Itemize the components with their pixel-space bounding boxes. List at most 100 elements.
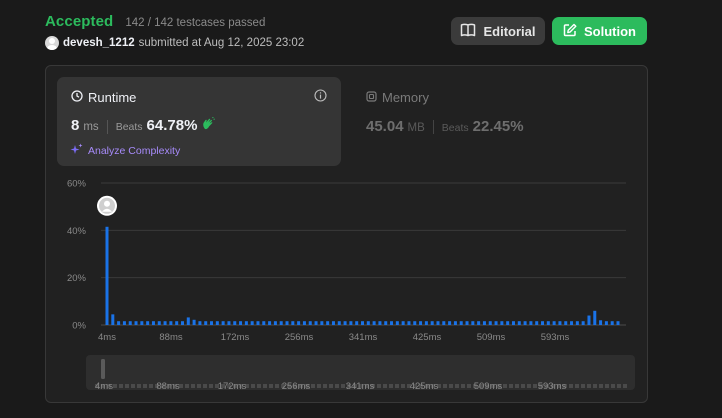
chart-bar <box>511 321 515 325</box>
x-tick-label: 256ms <box>285 332 314 343</box>
chart-bar <box>198 321 202 325</box>
chart-bar <box>297 321 301 325</box>
solution-label: Solution <box>584 23 636 39</box>
chart-bar <box>314 321 318 325</box>
chart-bar <box>424 321 428 325</box>
chart-bar <box>349 321 353 325</box>
chart-bar <box>599 320 603 325</box>
scrubber-dot <box>521 384 525 388</box>
scrubber-dot <box>611 384 615 388</box>
scrubber-dot <box>605 384 609 388</box>
chart-bar <box>384 321 388 325</box>
scrubber-dot <box>395 384 399 388</box>
chart-bar <box>262 321 266 325</box>
scrubber-dot <box>461 384 465 388</box>
chart-bar <box>337 321 341 325</box>
scrubber-dot <box>119 384 123 388</box>
chart-bar <box>378 321 382 325</box>
results-panel: Runtime 8 ms Beats 64.78% Analyze Comple… <box>45 65 648 403</box>
chart-bar <box>448 321 452 325</box>
chart-bar <box>442 321 446 325</box>
scrubber-dot <box>377 384 381 388</box>
scrubber-dot <box>149 384 153 388</box>
chart-bar <box>192 319 196 325</box>
chart-bar <box>151 321 155 325</box>
scrubber-dot <box>569 384 573 388</box>
editorial-label: Editorial <box>483 23 536 39</box>
chart-bar <box>215 321 219 325</box>
scrubber-tick-label: 256ms <box>282 381 311 392</box>
chart-bar <box>366 321 370 325</box>
x-tick-label: 4ms <box>98 332 116 343</box>
solution-button[interactable]: Solution <box>552 17 647 45</box>
scrubber-dot <box>503 384 507 388</box>
chart-bar <box>604 321 608 325</box>
scrubber-dot <box>275 384 279 388</box>
chart-bar <box>523 321 527 325</box>
chart-bar <box>552 321 556 325</box>
x-tick-label: 172ms <box>221 332 250 343</box>
scrubber-tick-label: 593ms <box>538 381 567 392</box>
chart-bar <box>233 321 237 325</box>
chart-bar <box>575 321 579 325</box>
scrubber-tick-label: 172ms <box>218 381 247 392</box>
scrubber-dot <box>527 384 531 388</box>
chart-bar <box>430 321 434 325</box>
submitted-time: submitted at Aug 12, 2025 23:02 <box>138 37 305 49</box>
scrubber-dot <box>467 384 471 388</box>
testcases-passed: 142 / 142 testcases passed <box>125 17 266 29</box>
x-tick-label: 509ms <box>477 332 506 343</box>
editorial-button[interactable]: Editorial <box>451 17 545 45</box>
chart-bar <box>587 315 591 325</box>
chart-bar <box>535 321 539 325</box>
runtime-distribution-chart[interactable]: 0% 20% 40% 60% 4ms 88ms 172ms 256ms 341ms 425ms 50… <box>46 66 647 402</box>
chart-bar <box>570 321 574 325</box>
username-link[interactable]: devesh_1212 <box>63 37 135 49</box>
scrubber-dot <box>449 384 453 388</box>
scrubber-dot <box>593 384 597 388</box>
submission-status: Accepted 142 / 142 testcases passed <box>45 13 265 30</box>
chart-bar <box>326 321 330 325</box>
chart-bar <box>285 321 289 325</box>
chart-bar <box>494 321 498 325</box>
scrubber-dot <box>575 384 579 388</box>
chart-bar <box>343 321 347 325</box>
book-icon <box>460 23 476 40</box>
chart-bar <box>541 321 545 325</box>
chart-bar <box>134 321 138 325</box>
scrubber-dot <box>197 384 201 388</box>
scrubber-dot <box>443 384 447 388</box>
scrubber-dot <box>623 384 627 388</box>
chart-bar <box>122 321 126 325</box>
accepted-label: Accepted <box>45 13 114 30</box>
scrubber-dot <box>125 384 129 388</box>
chart-bar <box>459 321 463 325</box>
chart-bar <box>465 321 469 325</box>
scrubber-dot <box>269 384 273 388</box>
scrubber-tick-label: 88ms <box>156 381 179 392</box>
scrubber-dot <box>185 384 189 388</box>
scrubber-tick-label: 509ms <box>474 381 503 392</box>
chart-bar <box>221 321 225 325</box>
chart-bar <box>361 321 364 325</box>
chart-bar <box>616 321 620 325</box>
scrubber-tick-label: 341ms <box>346 381 375 392</box>
avatar[interactable] <box>45 36 59 50</box>
chart-bar <box>355 321 359 325</box>
chart-bar <box>157 321 161 325</box>
scrubber-dot <box>317 384 321 388</box>
chart-bar <box>239 321 243 325</box>
chart-bar <box>558 321 562 325</box>
scrubber-dot <box>329 384 333 388</box>
chart-bar <box>308 321 312 325</box>
scrubber-dot <box>263 384 267 388</box>
scrubber-dot <box>617 384 621 388</box>
chart-bar <box>395 321 399 325</box>
scrubber-dot <box>323 384 327 388</box>
scrubber-handle[interactable] <box>101 359 105 379</box>
chart-bar <box>390 321 394 325</box>
scrubber-dot <box>137 384 141 388</box>
chart-bar <box>413 321 417 325</box>
chart-bar <box>529 321 533 325</box>
scrubber-dot <box>311 384 315 388</box>
